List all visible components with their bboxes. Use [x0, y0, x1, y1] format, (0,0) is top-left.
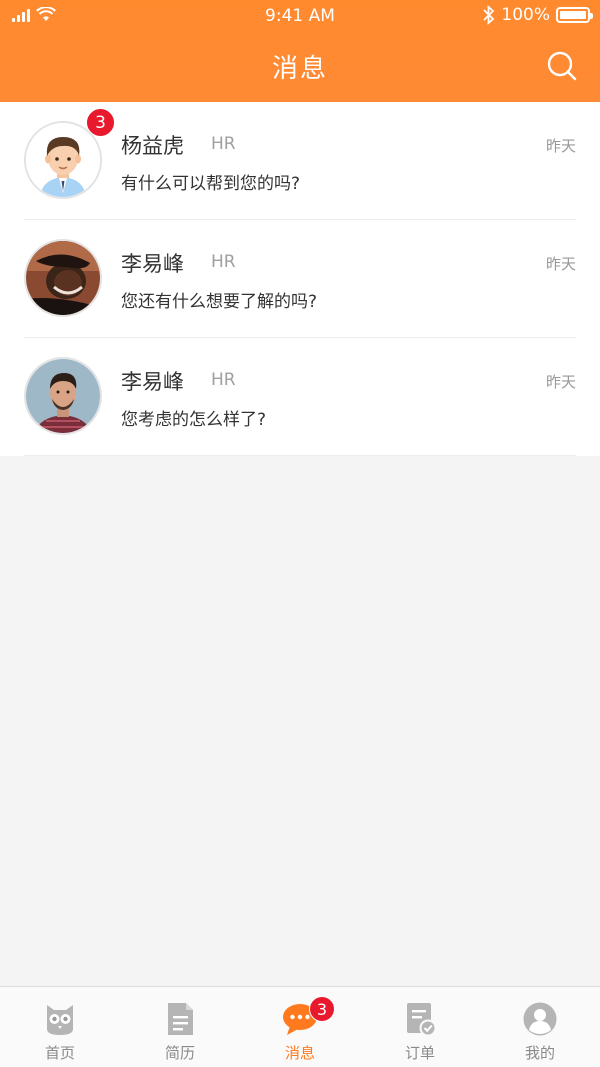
contact-name: 杨益虎: [121, 134, 184, 158]
tab-label: 订单: [404, 1044, 435, 1062]
top-header: 9:41 AM 100% 消息: [0, 0, 600, 102]
conversation-list: 3 杨益虎 HR 昨天 有什么可以帮到您的吗? 李易峰 HR 昨天 您还有什么想…: [0, 102, 600, 456]
unread-badge: 3: [86, 108, 115, 137]
man-photo-avatar: [24, 357, 102, 435]
contact-name: 李易峰: [121, 252, 184, 276]
tab-home[interactable]: 首页: [0, 987, 120, 1067]
message-time: 昨天: [545, 373, 576, 391]
conversation-item[interactable]: 3 杨益虎 HR 昨天 有什么可以帮到您的吗?: [0, 102, 600, 220]
battery-icon: [556, 7, 593, 23]
conversation-item[interactable]: 李易峰 HR 昨天 您考虑的怎么样了?: [0, 338, 600, 456]
bluetooth-icon: [483, 5, 495, 25]
order-check-icon: [407, 1003, 437, 1037]
tab-unread-badge: 3: [309, 996, 335, 1022]
divider: [24, 455, 576, 456]
contact-name: 李易峰: [121, 370, 184, 394]
tab-messages[interactable]: 3 消息: [240, 987, 360, 1067]
tab-resume[interactable]: 简历: [120, 987, 240, 1067]
owl-icon: [47, 1005, 73, 1035]
bottom-tab-bar: 首页 简历 3 消息 订单 我的: [0, 986, 600, 1067]
tab-label: 简历: [164, 1044, 195, 1062]
tab-label: 消息: [284, 1044, 315, 1062]
message-time: 昨天: [545, 137, 576, 155]
user-icon: [523, 1002, 557, 1036]
tab-orders[interactable]: 订单: [360, 987, 480, 1067]
status-bar: 9:41 AM 100%: [0, 0, 600, 32]
message-preview: 您考虑的怎么样了?: [121, 410, 267, 430]
document-icon: [168, 1003, 193, 1035]
contact-role: HR: [211, 370, 236, 390]
search-icon[interactable]: [546, 50, 578, 82]
tab-label: 首页: [44, 1044, 75, 1062]
contact-role: HR: [211, 134, 236, 154]
page-title: 消息: [271, 54, 328, 84]
message-preview: 您还有什么想要了解的吗?: [121, 292, 318, 312]
tab-profile[interactable]: 我的: [480, 987, 600, 1067]
conversation-item[interactable]: 李易峰 HR 昨天 您还有什么想要了解的吗?: [0, 220, 600, 338]
status-right: 100%: [483, 5, 593, 25]
contact-role: HR: [211, 252, 236, 272]
message-preview: 有什么可以帮到您的吗?: [121, 174, 301, 194]
battery-percent: 100%: [501, 5, 550, 25]
message-time: 昨天: [545, 255, 576, 273]
tab-label: 我的: [524, 1044, 555, 1062]
woman-photo-avatar: [24, 239, 102, 317]
